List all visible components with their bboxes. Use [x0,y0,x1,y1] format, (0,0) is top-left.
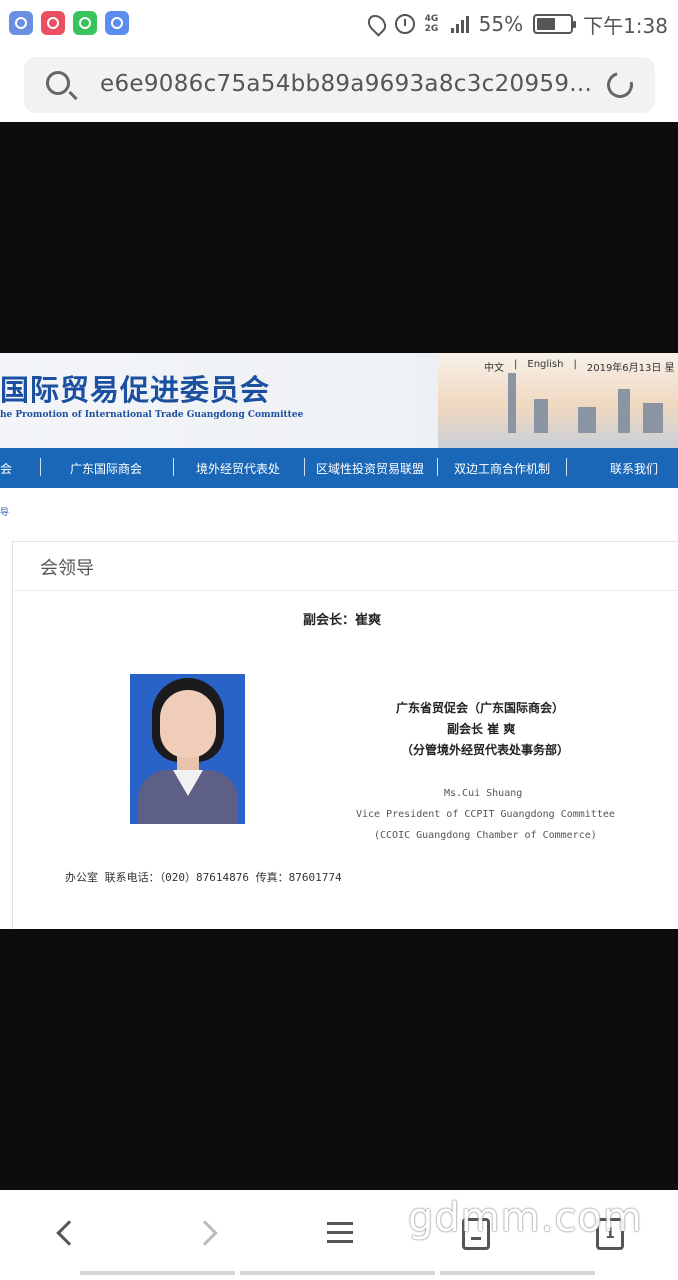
forward-button[interactable] [174,1210,234,1260]
chevron-left-icon [56,1220,82,1246]
menu-icon [327,1222,353,1244]
nav-item-overseas-offices[interactable]: 境外经贸代表处 [196,460,280,477]
panel-title: 会领导 [40,558,94,579]
site-subtitle: he Promotion of International Trade Guan… [0,410,304,420]
leader-org-cn: 广东省贸促会（广东国际商会） [396,701,565,715]
home-indicator [80,1271,235,1275]
nav-item-contact[interactable]: 联系我们 [610,460,658,477]
leader-photo [130,674,245,824]
header-date: 2019年6月13日 星 [586,363,675,374]
nav-item-home[interactable]: 会 [0,460,12,477]
nav-item-trade-alliance[interactable]: 区域性投资贸易联盟 [316,460,424,477]
site-title: 国际贸易促进委员会 [0,373,271,407]
site-nav: 会 广东国际商会 境外经贸代表处 区域性投资贸易联盟 双边工商合作机制 联系我们 [0,448,678,488]
webpage-screenshot: 国际贸易促进委员会 he Promotion of International … [0,353,678,929]
status-bar: 4G 2G 55% 下午1:38 [0,0,678,48]
image-viewer: 国际贸易促进委员会 he Promotion of International … [0,122,678,1190]
url-text[interactable]: e6e9086c75a54bb89a9693a8c3c20959... [100,71,600,97]
clock: 下午1:38 [583,13,668,38]
alarm-icon [394,14,415,34]
refresh-icon[interactable] [602,67,638,103]
chevron-right-icon [192,1220,218,1246]
signal-icon [450,15,469,33]
language-links: 中文 | English | 2019年6月13日 星 [484,359,675,374]
location-icon [363,11,390,37]
leader-org-en: (CCOIC Guangdong Chamber of Commerce) [374,830,597,841]
leader-panel: 会领导 副会长：崔爽 广东省贸促会（广东国际商会） 副会长 崔 爽 （分管境外经… [12,541,678,929]
panel-header: 会领导 [13,542,678,591]
leader-title: 副会长：崔爽 [303,613,382,628]
network-type: 4G 2G [424,14,439,34]
nav-item-bilateral[interactable]: 双边工商合作机制 [454,460,550,477]
leader-role-en: Vice President of CCPIT Guangdong Commit… [356,809,615,820]
leader-name-en: Ms.Cui Shuang [444,788,523,799]
lang-cn-link[interactable]: 中文 [484,359,504,374]
menu-button[interactable] [310,1210,370,1260]
browser-icon [105,11,129,35]
leader-dept-cn: （分管境外经贸代表处事务部） [401,743,570,757]
music-icon [41,11,65,35]
battery-icon [533,14,577,34]
address-bar[interactable]: e6e9086c75a54bb89a9693a8c3c20959... [24,57,655,113]
search-icon[interactable] [46,71,70,95]
nav-item-chamber[interactable]: 广东国际商会 [70,460,142,477]
wechat-icon [73,11,97,35]
leader-role-cn: 副会长 崔 爽 [447,722,516,736]
watermark-text: gdmm.com [408,1195,643,1241]
back-button[interactable] [38,1210,98,1260]
site-header: 国际贸易促进委员会 he Promotion of International … [0,353,678,449]
office-contact: 办公室 联系电话：（020）87614876 传真：87601774 [65,871,342,884]
battery-percent: 55% [478,12,524,36]
lang-en-link[interactable]: English [527,359,563,374]
shield-icon [9,11,33,35]
breadcrumb[interactable]: 导 [0,505,9,518]
